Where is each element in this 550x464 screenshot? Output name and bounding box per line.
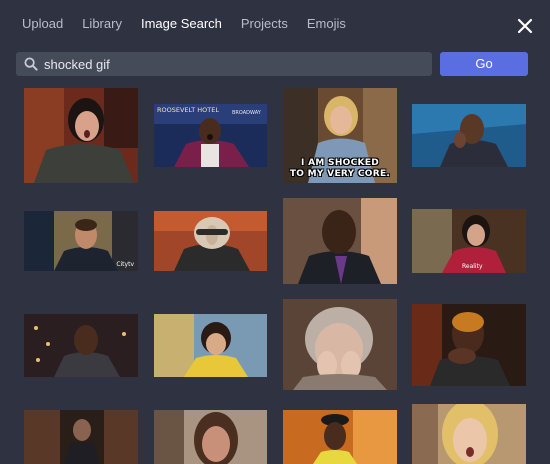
result-gasping-woman-cafe[interactable] [24,88,138,183]
tab-image-search[interactable]: Image Search [141,16,222,32]
result-man-hand-on-face[interactable] [412,104,526,167]
result-woman-covering-mouth[interactable] [412,304,526,386]
hotel-sign-text: ROOSEVELT HOTEL [157,106,219,114]
watermark-tag: Reality [462,263,483,270]
result-man-in-doorway[interactable] [24,410,138,464]
tab-projects[interactable]: Projects [241,16,288,32]
result-shocked-man-hotel[interactable]: ROOSEVELT HOTEL BROADWAY [154,104,267,167]
result-man-purple-tie[interactable] [283,198,397,284]
watermark-tag: Citytv [116,261,134,268]
result-man-open-mouth-lights[interactable] [24,314,138,377]
go-button[interactable]: Go [440,52,528,76]
close-icon [517,18,533,34]
search-icon [24,57,38,71]
result-girl-yellow-top[interactable] [154,314,267,377]
result-shocked-man-dark-shirt[interactable]: Citytv [24,211,138,271]
result-woman-gasp-window[interactable]: Reality [412,209,526,273]
search-input[interactable] [44,52,424,76]
result-blonde-girl-shocked[interactable] [412,404,526,464]
gif-caption: I AM SHOCKED TO MY VERY CORE. [289,158,391,179]
tab-emojis[interactable]: Emojis [307,16,346,32]
close-button[interactable] [514,15,536,37]
tab-library[interactable]: Library [82,16,122,32]
tab-upload[interactable]: Upload [22,16,63,32]
result-elderly-woman-hands-face[interactable] [283,299,397,390]
broadway-sign-text: BROADWAY [232,110,262,116]
result-shocked-to-my-core[interactable]: I AM SHOCKED TO MY VERY CORE. [283,88,397,183]
nav-tabs: Upload Library Image Search Projects Emo… [22,16,365,32]
result-man-in-hat[interactable] [283,410,397,464]
result-gru-shocked[interactable] [154,211,267,271]
search-bar [16,52,432,76]
result-woman-shocked-closeup[interactable] [154,410,267,464]
